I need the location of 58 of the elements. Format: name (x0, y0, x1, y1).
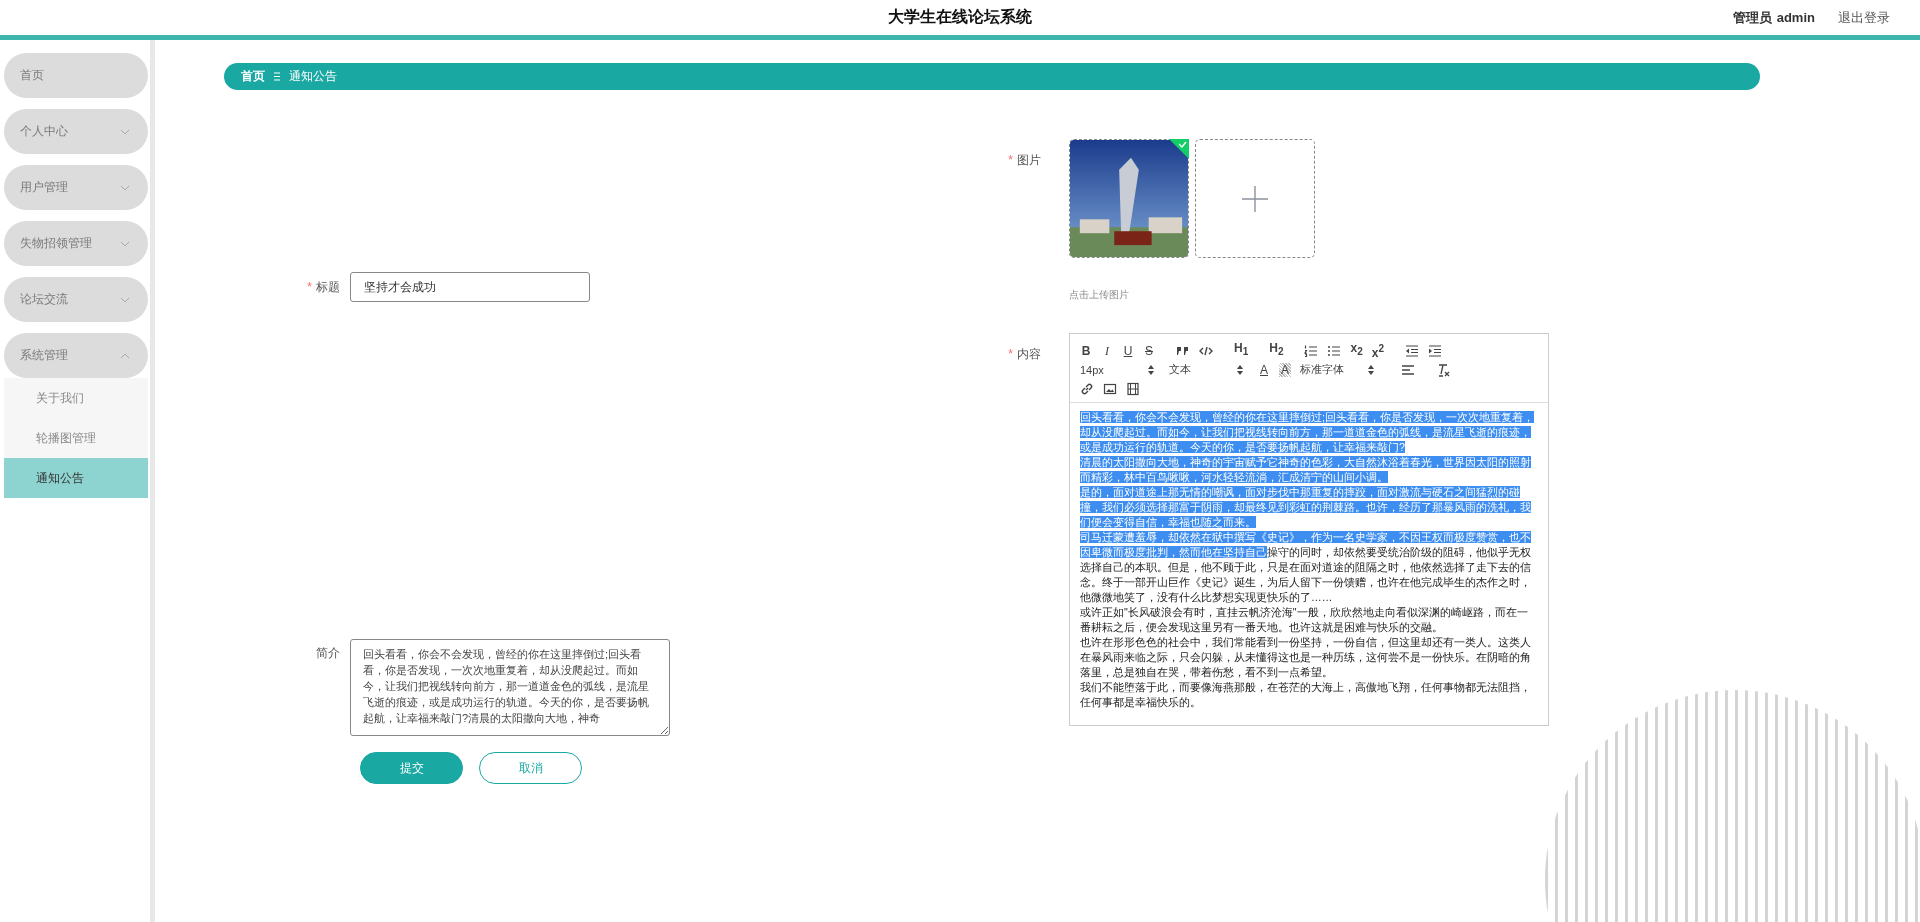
required-mark: * (1008, 151, 1013, 168)
align-icon[interactable] (1401, 362, 1415, 377)
film-icon[interactable] (1126, 381, 1140, 396)
success-badge-icon (1169, 139, 1189, 159)
plus-icon (1242, 185, 1268, 212)
editor-paragraph: 回头看看，你会不会发现，曾经的你在这里摔倒过;回头看看，你是否发现，一次次地重复着，却从没爬起过。而如今，让我们把视线转向前方，那一道道金色的弧线，是流星飞逝的痕迹，或是成功运行的轨道。今天的你，是否要扬帆起航，让幸福来敲门? (1080, 410, 1535, 455)
italic-button[interactable]: I (1101, 343, 1113, 358)
field-label: 图片 (1016, 151, 1041, 168)
indent-icon[interactable] (1427, 343, 1442, 358)
submenu-item[interactable]: 关于我们 (4, 378, 148, 418)
updown-icon (1368, 364, 1374, 375)
editor-paragraph: 或许正如"长风破浪会有时，直挂云帆济沧海"一般，欣欣然地走向看似深渊的崎岖路，而在一番耕耘之后，便会发现这里另有一番天地。也许这就是困难与快乐的交融。 (1080, 605, 1529, 635)
required-mark: * (307, 280, 312, 294)
toolbar-dropdown[interactable]: 14px (1080, 363, 1154, 376)
chevron-icon (120, 352, 130, 359)
outdent-icon[interactable] (1404, 343, 1419, 358)
editor-paragraph: 我们不能堕落于此，而要像海燕那般，在苍茫的大海上，高傲地飞翔，任何事物都无法阻挡，任何事都是幸福快乐的。 (1080, 680, 1532, 710)
upload-hint: 点击上传图片 (1069, 288, 1130, 302)
heading-button[interactable]: H$_{2}$ (1269, 341, 1284, 360)
site-title: 大学生在线论坛系统 (888, 7, 1032, 27)
numbered-list-icon[interactable] (1304, 343, 1319, 358)
heading-button[interactable]: H$_{1}$ (1234, 341, 1249, 360)
underline-button[interactable]: U (1122, 343, 1134, 358)
clear-format-icon[interactable] (1436, 362, 1450, 377)
image-icon[interactable] (1103, 381, 1117, 396)
editor-paragraph: 清晨的太阳撒向大地，神奇的宇宙赋予它神奇的色彩，大自然沐浴着春光，世界因太阳的照射而精彩，林中百鸟啾啾，河水轻轻流淌，汇成清宁的山间小调。 (1080, 455, 1532, 485)
submenu-item[interactable]: 通知公告 (4, 458, 148, 498)
logout-link[interactable]: 退出登录 (1838, 8, 1890, 27)
strikethrough-button[interactable]: S (1143, 343, 1155, 358)
bold-button[interactable]: B (1080, 343, 1092, 358)
chevron-icon (120, 184, 130, 191)
summary-textarea[interactable]: 回头看看，你会不会发现，曾经的你在这里摔倒过;回头看看，你是否发现，一次次地重复着，却从没爬起过。而如今，让我们把视线转向前方，那一道道金色的弧线，是流星飞逝的痕迹，或是成功运行的轨道。今天的你，是否要扬帆起航，让幸福来敲门?清晨的太阳撒向大地，神奇 (350, 639, 670, 736)
required-mark: * (1008, 345, 1013, 362)
field-label: 简介 (316, 646, 340, 660)
chevron-icon (120, 128, 130, 135)
photo-placeholder[interactable] (1069, 139, 1189, 258)
background-color-button[interactable]: A (1279, 362, 1291, 377)
user-role: 管理员 (1732, 8, 1772, 27)
script-button[interactable]: x$^{2}$ (1371, 341, 1384, 360)
user-name: admin (1776, 10, 1815, 25)
separator-icon (273, 72, 281, 81)
editor-paragraph: 是的，面对道途上那无情的嘲讽，面对步伐中那重复的摔跤，面对激流与硬石之间猛烈的碰撞，我们必须选择那富于阴雨，却最终见到彩虹的荆棘路。也许，经历了那暴风雨的洗礼，我们便会变得自信，幸福也随之而来。 (1080, 485, 1532, 530)
field-label: 标题 (316, 280, 340, 294)
chevron-icon (120, 296, 130, 303)
field-label: 内容 (1016, 345, 1041, 362)
chevron-icon (120, 240, 130, 247)
submenu-item[interactable]: 轮播图管理 (4, 418, 148, 458)
script-button[interactable]: x$_{2}$ (1350, 341, 1363, 360)
editor-paragraph: 司马迁蒙遭羞辱，却依然在狱中撰写《史记》，作为一名史学家，不因王权而极度赞赏，也不因卑微而极度批判，然而他在坚持自己操守的同时，却依然要受统治阶级的阻碍，他似乎无权选择自己的本职。但是，他不顾于此，只是在面对道途的阻隔之时，他依然选择了走下去的信念。终于一部开山巨作《史记》诞生，为后人留下一份馈赠，也许在他完成毕生的杰作之时，他微微地笑了，没有什么比梦想实现更快乐的了…… (1080, 530, 1532, 605)
updown-icon (1148, 364, 1154, 375)
title-input[interactable]: 坚持才会成功 (350, 272, 590, 302)
updown-icon (1237, 364, 1243, 375)
text-color-button[interactable]: A (1258, 362, 1270, 377)
toolbar-dropdown[interactable]: 文本 (1169, 362, 1243, 377)
bullet-list-icon[interactable] (1327, 343, 1342, 358)
toolbar-dropdown[interactable]: 标准字体 (1300, 362, 1374, 377)
link-icon[interactable] (1080, 381, 1094, 396)
editor-paragraph: 也许在形形色色的社会中，我们常能看到一份坚持，一份自信，但这里却还有一类人。这类人在暴风雨来临之际，只会闪躲，从未懂得这也是一种历练，这何尝不是一份快乐。在阴暗的角落里，总是独自在哭，带着伤愁，看不到一点希望。 (1080, 635, 1532, 680)
